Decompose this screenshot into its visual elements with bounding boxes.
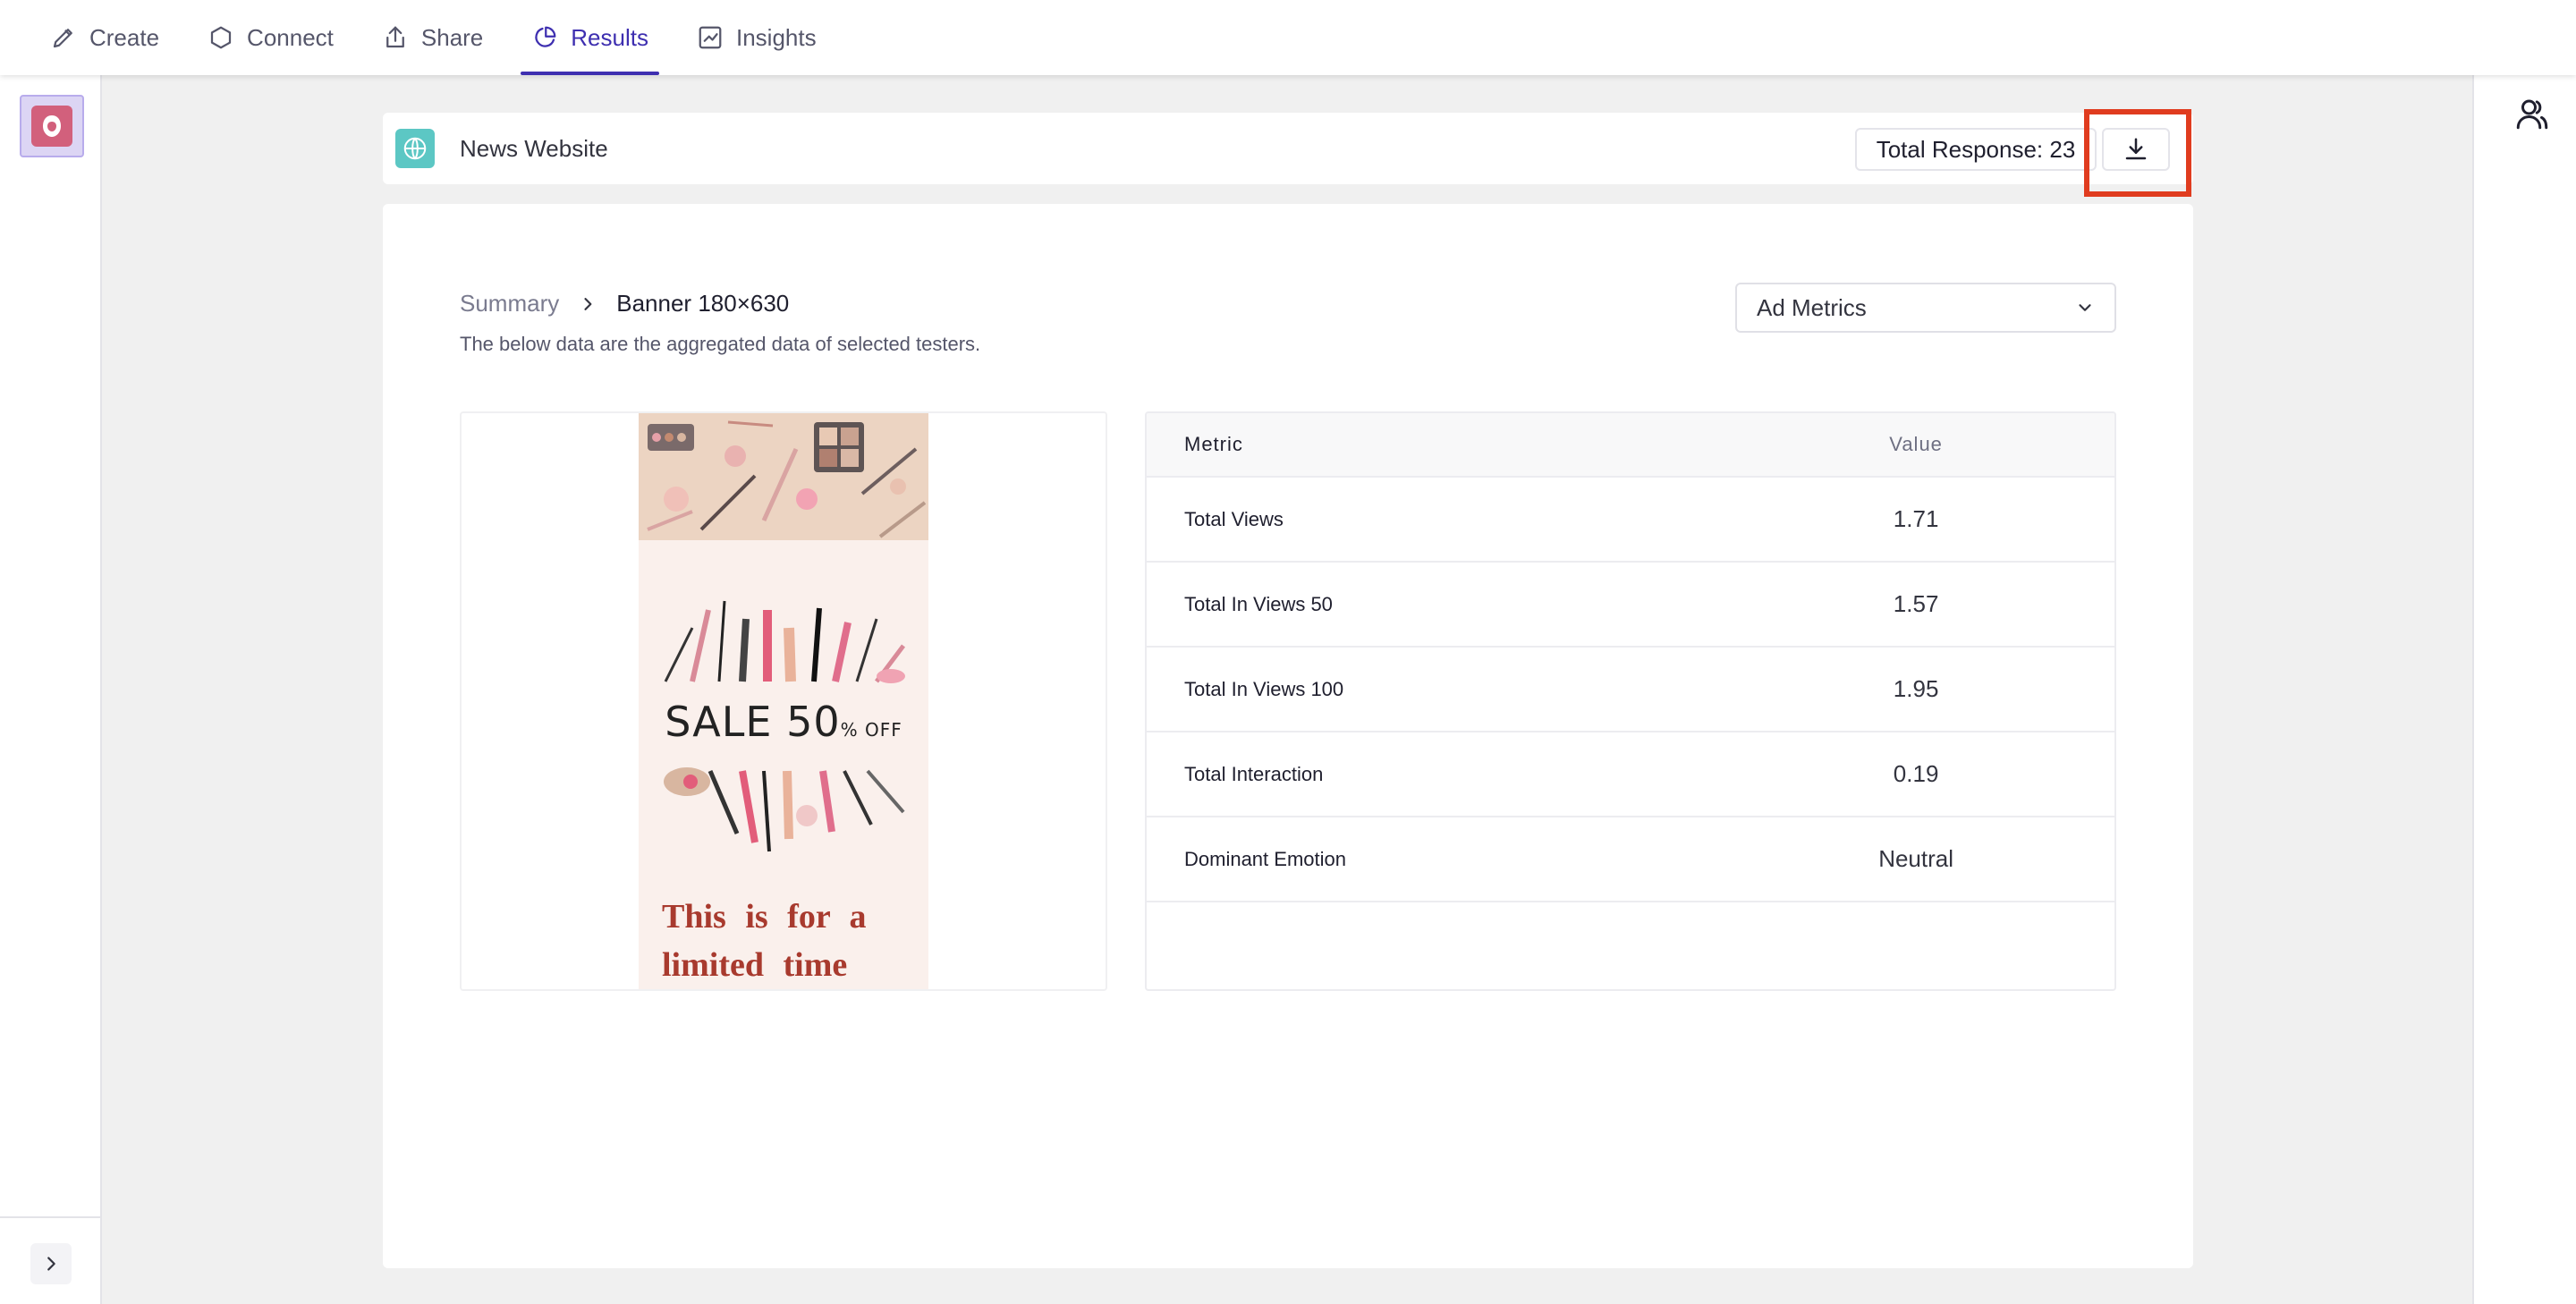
- tab-create-label: Create: [89, 23, 160, 51]
- table-row: Total Views 1.71: [1147, 478, 2114, 563]
- right-sidebar: [2472, 75, 2576, 1304]
- metric-value: 1.95: [1893, 675, 1939, 702]
- project-avatar[interactable]: [20, 95, 84, 157]
- project-header: News Website Total Response: 23: [383, 113, 2193, 184]
- site-name: News Website: [460, 135, 608, 162]
- metric-value-cell: Neutral: [1858, 845, 2114, 873]
- tab-share[interactable]: Share: [371, 0, 494, 75]
- breadcrumb-summary-link[interactable]: Summary: [460, 290, 559, 318]
- banner-tagline: This is for a limited time: [662, 893, 921, 989]
- table-row: Total In Views 100 1.95: [1147, 648, 2114, 732]
- column-header-value: Value: [1858, 433, 2114, 456]
- metrics-dropdown[interactable]: Ad Metrics: [1735, 283, 2116, 333]
- hexagon-icon: [210, 26, 232, 49]
- tab-share-label: Share: [420, 23, 484, 51]
- pie-chart-icon: [535, 26, 556, 47]
- tab-connect-label: Connect: [247, 23, 334, 51]
- breadcrumb: Summary Banner 180×630: [460, 290, 789, 318]
- ad-preview: SALE 50% OFF This is for a limited time: [460, 411, 1107, 991]
- metric-name: Total In Views 50: [1184, 592, 1333, 615]
- download-button[interactable]: [2102, 128, 2170, 171]
- table-row: Total In Views 50 1.57: [1147, 563, 2114, 648]
- line-chart-icon: [699, 26, 722, 49]
- column-header-value-label: Value: [1889, 433, 1943, 455]
- breadcrumb-current: Banner 180×630: [616, 290, 790, 317]
- banner-sale-suffix: % OFF: [840, 719, 902, 741]
- sidebar-divider: [0, 1216, 102, 1218]
- table-row: Dominant Emotion Neutral: [1147, 817, 2114, 902]
- results-card: Summary Banner 180×630 The below data ar…: [383, 204, 2193, 1268]
- globe-icon: [395, 129, 435, 168]
- tab-results-label: Results: [571, 23, 648, 51]
- expand-sidebar-button[interactable]: [30, 1243, 72, 1284]
- metric-value-cell: 1.71: [1858, 505, 2114, 533]
- tab-insights[interactable]: Insights: [686, 0, 827, 75]
- tab-results[interactable]: Results: [521, 0, 659, 75]
- left-sidebar: [0, 75, 102, 1304]
- cosmetics-photo: [639, 413, 928, 540]
- download-icon: [2125, 138, 2147, 160]
- metric-name: Dominant Emotion: [1184, 847, 1346, 870]
- banner-image: SALE 50% OFF This is for a limited time: [639, 413, 928, 989]
- metric-value: 1.71: [1893, 505, 1939, 532]
- banner-tagline-line1: This is for a: [662, 898, 867, 936]
- banner-sale-text: SALE 50% OFF: [639, 698, 928, 746]
- chevron-down-icon: [2079, 304, 2091, 311]
- column-header-metric: Metric: [1184, 433, 1243, 455]
- pencil-icon: [53, 29, 72, 48]
- makeup-brushes-top: [664, 600, 905, 683]
- metric-value: Neutral: [1878, 845, 1954, 872]
- metric-value-cell: 0.19: [1858, 760, 2114, 788]
- total-response-badge: Total Response: 23: [1855, 128, 2097, 171]
- table-header: Metric Value: [1147, 413, 2114, 478]
- top-nav: Create Connect Share Results Insights: [0, 0, 2576, 75]
- banner-sale-main: SALE 50: [665, 698, 841, 746]
- project-logo-icon: [31, 106, 72, 147]
- metric-name: Total Interaction: [1184, 762, 1324, 785]
- banner-tagline-line2: limited time: [662, 946, 848, 984]
- metric-value: 1.57: [1893, 590, 1939, 617]
- page-subtitle: The below data are the aggregated data o…: [460, 333, 981, 355]
- metric-name: Total In Views 100: [1184, 677, 1344, 700]
- metrics-dropdown-value: Ad Metrics: [1757, 293, 1867, 321]
- chevron-right-icon: [584, 297, 592, 310]
- metric-value: 0.19: [1893, 760, 1939, 787]
- makeup-brushes-bottom: [664, 767, 905, 852]
- tab-create[interactable]: Create: [39, 0, 170, 75]
- metric-value-cell: 1.95: [1858, 675, 2114, 703]
- metric-value-cell: 1.57: [1858, 590, 2114, 618]
- users-icon[interactable]: [2513, 95, 2551, 132]
- share-upload-icon: [386, 26, 404, 48]
- table-row: Total Interaction 0.19: [1147, 732, 2114, 817]
- tab-connect[interactable]: Connect: [197, 0, 344, 75]
- metric-name: Total Views: [1184, 507, 1284, 530]
- metrics-table: Metric Value Total Views 1.71 Total In V…: [1145, 411, 2116, 991]
- chevron-right-icon: [47, 1257, 55, 1271]
- tab-insights-label: Insights: [735, 23, 817, 51]
